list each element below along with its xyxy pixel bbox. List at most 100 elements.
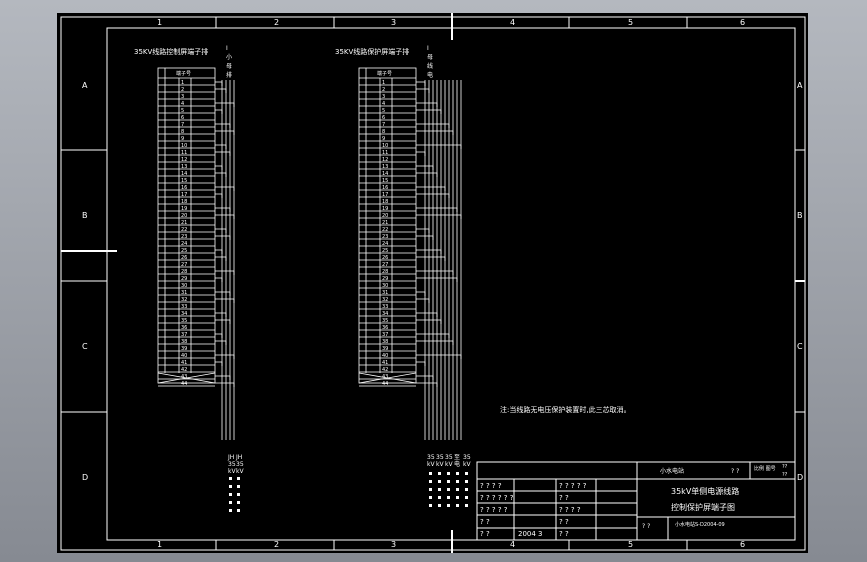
terminal-number: 7 xyxy=(382,122,385,128)
cable-mark xyxy=(429,504,432,507)
terminal-number: 2 xyxy=(181,87,184,93)
terminal-number: 15 xyxy=(181,178,187,184)
terminal-number: 19 xyxy=(181,206,187,212)
terminal-number: 10 xyxy=(181,143,187,149)
terminal-number: 35 xyxy=(181,318,187,324)
title-block-cell: ? ? xyxy=(480,530,490,538)
terminal-number: 37 xyxy=(181,332,187,338)
terminal-number: 5 xyxy=(382,108,385,114)
title-block-cell: ? ? ? ? xyxy=(559,506,581,514)
drawing-title-1: 35kV单侧电源线路 xyxy=(671,486,739,496)
title-block-cell: ? ? ? ? ? xyxy=(559,482,587,490)
terminal-number: 9 xyxy=(382,136,385,142)
terminal-number: 14 xyxy=(382,171,388,177)
terminal-number: 1 xyxy=(181,80,184,86)
terminal-number: 12 xyxy=(181,157,187,163)
terminal-number: 23 xyxy=(382,234,388,240)
terminal-number: 2 xyxy=(382,87,385,93)
terminal-number: 29 xyxy=(382,276,388,282)
terminal-number: 11 xyxy=(382,150,388,156)
title-block-cell: ? ? ? ? xyxy=(480,482,502,490)
terminal-number: 9 xyxy=(181,136,184,142)
cable-mark xyxy=(465,488,468,491)
side-label: 母 xyxy=(226,63,232,70)
terminal-number: 21 xyxy=(382,220,388,226)
terminal-number: 17 xyxy=(382,192,388,198)
terminal-number: 33 xyxy=(181,304,187,310)
company-code: ? ? xyxy=(731,468,739,475)
note-text: 注:当线路无电压保护装置时,此三芯取消。 xyxy=(500,405,631,414)
terminal-number: 27 xyxy=(181,262,187,268)
column-label-bottom: 5 xyxy=(628,540,633,549)
terminal-number: 15 xyxy=(382,178,388,184)
cable-mark xyxy=(229,493,232,496)
side-label: I xyxy=(427,45,429,52)
cable-mark xyxy=(429,480,432,483)
terminal-number: 31 xyxy=(181,290,187,296)
terminal-number: 26 xyxy=(382,255,388,261)
cable-mark xyxy=(456,496,459,499)
row-label: D xyxy=(82,473,88,482)
side-label: 排 xyxy=(226,71,232,79)
terminal-number: 43 xyxy=(382,374,388,380)
cad-drawing-canvas[interactable]: 112233445566 A AB BC CD D 35KV线路控制屏端子排 I小母排端子… xyxy=(0,0,867,562)
terminal-number: 19 xyxy=(382,206,388,212)
terminal-number: 17 xyxy=(181,192,187,198)
row-label: C xyxy=(82,342,88,351)
terminal-number: 22 xyxy=(181,227,187,233)
strip-header: 端子号 xyxy=(377,70,392,77)
terminal-number: 20 xyxy=(181,213,187,219)
title-block-cell: ? ? xyxy=(559,518,569,526)
terminal-number: 11 xyxy=(181,150,187,156)
cable-voltage: 35 xyxy=(228,461,236,468)
cable-mark xyxy=(438,480,441,483)
cable-voltage: 35 xyxy=(236,461,244,468)
terminal-number: 44 xyxy=(382,381,388,387)
terminal-number: 39 xyxy=(181,346,187,352)
terminal-number: 34 xyxy=(181,311,187,317)
cable-unit: kV xyxy=(427,461,435,468)
cable-mark xyxy=(229,485,232,488)
terminal-number: 5 xyxy=(181,108,184,114)
cable-unit: 电 xyxy=(454,460,460,468)
terminal-number: 30 xyxy=(181,283,187,289)
terminal-number: 44 xyxy=(181,381,187,387)
terminal-number: 13 xyxy=(181,164,187,170)
cable-mark xyxy=(465,480,468,483)
column-label: 1 xyxy=(157,18,162,27)
title-block-cell: ? ? xyxy=(559,494,569,502)
row-label-right: B xyxy=(797,211,803,220)
cable-mark xyxy=(237,477,240,480)
terminal-number: 24 xyxy=(181,241,187,247)
terminal-number: 6 xyxy=(382,115,385,121)
column-label-bottom: 4 xyxy=(510,540,515,549)
terminal-number: 31 xyxy=(382,290,388,296)
terminal-number: 43 xyxy=(181,374,187,380)
cable-mark xyxy=(429,496,432,499)
terminal-number: 8 xyxy=(382,129,385,135)
cable-label: JH xyxy=(227,454,234,461)
terminal-number: 7 xyxy=(181,122,184,128)
side-label: I xyxy=(226,45,228,52)
terminal-number: 39 xyxy=(382,346,388,352)
terminal-number: 22 xyxy=(382,227,388,233)
cable-unit: kV xyxy=(463,461,471,468)
sheet-2: ?? xyxy=(782,472,788,478)
terminal-number: 38 xyxy=(382,339,388,345)
terminal-number: 26 xyxy=(181,255,187,261)
cable-voltage: 35 xyxy=(463,454,471,461)
scale-label: 比例 图号 xyxy=(754,465,776,472)
strip-header: 端子号 xyxy=(176,70,191,77)
row-label: A xyxy=(82,81,88,90)
cable-unit: kV xyxy=(236,468,244,475)
terminal-number: 41 xyxy=(181,360,187,366)
terminal-number: 24 xyxy=(382,241,388,247)
column-label-bottom: 2 xyxy=(274,540,279,549)
terminal-number: 10 xyxy=(382,143,388,149)
terminal-number: 29 xyxy=(181,276,187,282)
drawing-number-prefix: ? ? xyxy=(642,523,650,530)
terminal-number: 4 xyxy=(382,101,385,107)
terminal-number: 34 xyxy=(382,311,388,317)
strip-title: 35KV线路控制屏端子排 xyxy=(134,47,208,56)
terminal-number: 40 xyxy=(382,353,388,359)
